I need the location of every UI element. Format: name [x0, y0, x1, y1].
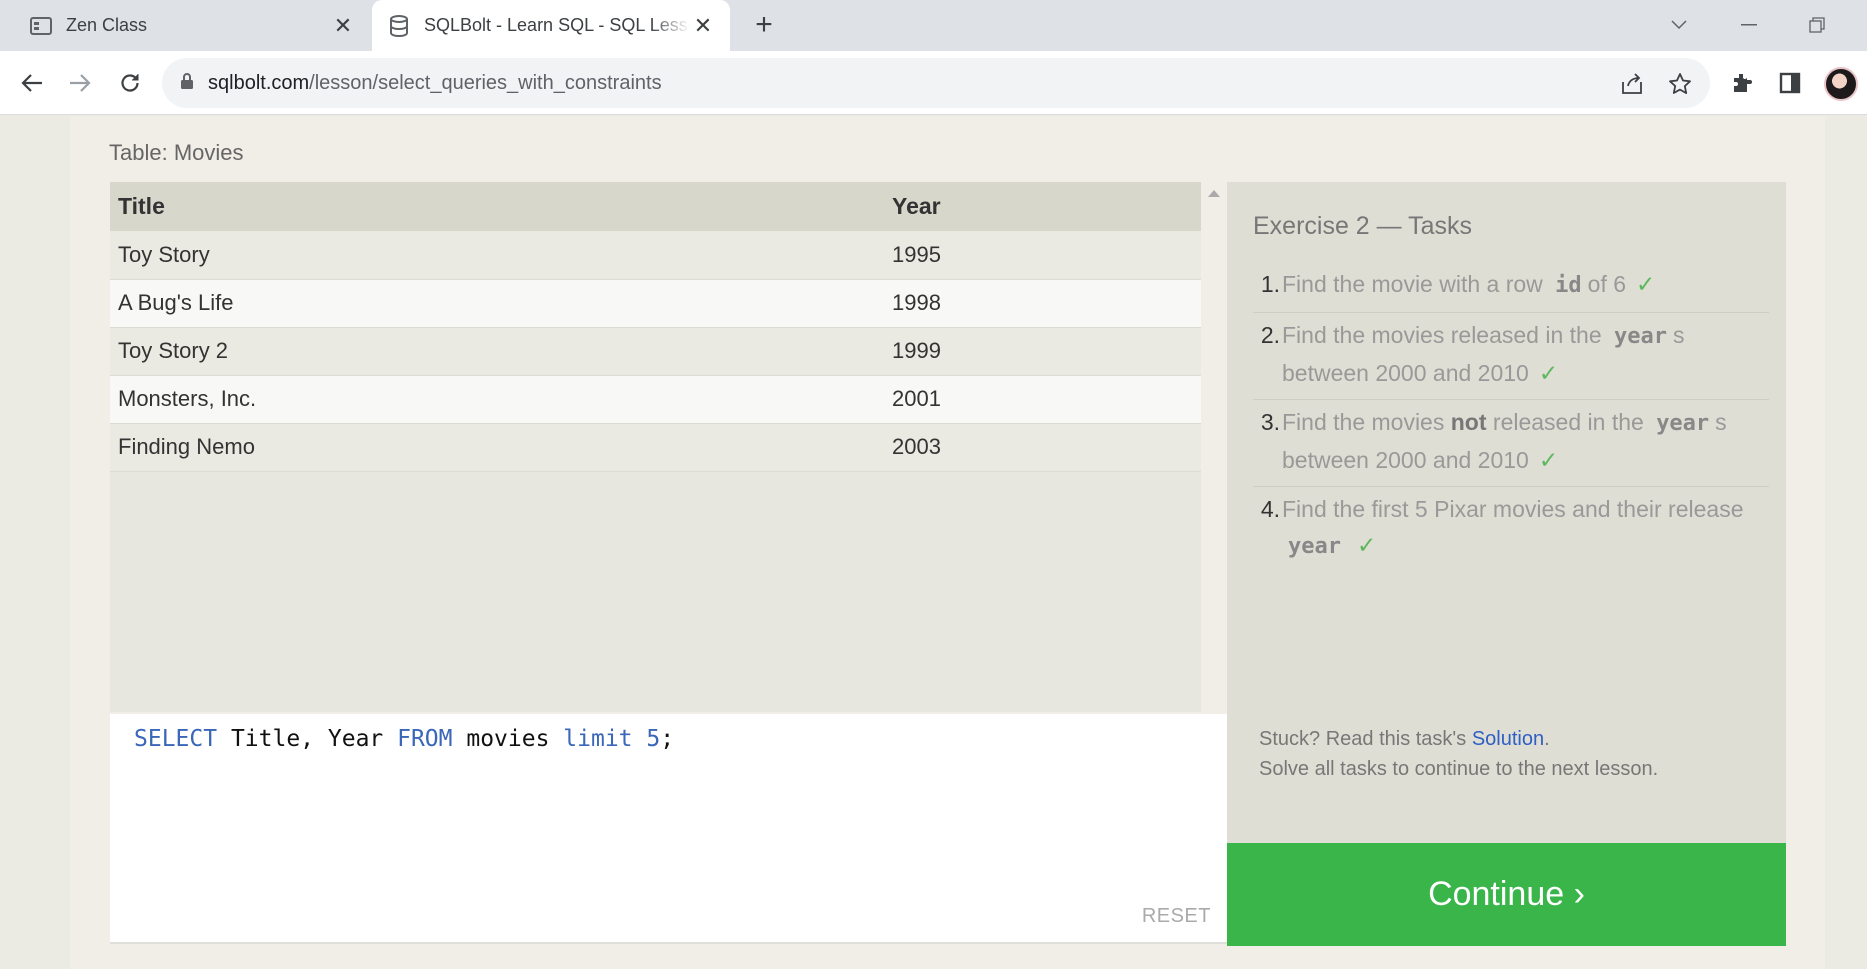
task-number: 4. [1260, 496, 1280, 522]
task-item: 2. Find the movies released in the year s… [1253, 313, 1769, 400]
sql-query-text[interactable]: SELECT Title, Year FROM movies limit 5; [134, 726, 674, 752]
task-text: Find the movies released in the year s be… [1282, 317, 1769, 391]
solve-all-text: Solve all tasks to continue to the next … [1259, 758, 1659, 780]
sql-editor[interactable]: SELECT Title, Year FROM movies limit 5; … [110, 714, 1227, 944]
task-text: Find the movie with a row id of 6 ✓ [1282, 266, 1769, 304]
reset-button[interactable]: RESET [1142, 905, 1211, 928]
url-path: /lesson/select_queries_with_constraints [309, 71, 662, 94]
task-text-part: of 6 [1587, 271, 1627, 297]
sql-token: Title, Year [217, 726, 398, 752]
url-text: sqlbolt.com/lesson/select_queries_with_c… [208, 72, 662, 95]
cell-year: 2003 [884, 423, 1201, 472]
solution-link[interactable]: Solution [1472, 728, 1544, 750]
exercise-title: Exercise 2 — Tasks [1253, 212, 1473, 240]
cell-year: 1998 [884, 279, 1201, 328]
help-text: Stuck? Read this task's Solution. Solve … [1259, 724, 1658, 784]
task-item: 4. Find the first 5 Pixar movies and the… [1253, 487, 1769, 573]
new-tab-button[interactable]: + [748, 8, 780, 42]
tab-zen-class[interactable]: Zen Class ✕ [14, 0, 370, 51]
table-row: Toy Story 1995 [110, 231, 1201, 280]
sql-token: 5 [646, 726, 661, 752]
scroll-up-arrow-icon[interactable] [1208, 190, 1220, 197]
side-panel-icon[interactable] [1776, 69, 1804, 97]
table-row: A Bug's Life 1998 [110, 279, 1201, 328]
task-item: 3. Find the movies not released in the y… [1253, 400, 1769, 487]
close-icon[interactable]: ✕ [330, 13, 356, 39]
cell-title: Finding Nemo [110, 423, 884, 472]
continue-button[interactable]: Continue › [1227, 843, 1786, 946]
cell-year: 2001 [884, 375, 1201, 424]
task-text: Find the movies not released in the year… [1282, 404, 1769, 478]
database-icon [388, 14, 410, 37]
sql-token: ; [660, 726, 675, 752]
profile-avatar[interactable] [1824, 67, 1858, 101]
task-item: 1. Find the movie with a row id of 6 ✓ [1253, 262, 1769, 313]
task-code: year [1288, 534, 1341, 559]
task-number: 1. [1260, 271, 1280, 297]
sql-token: SELECT [134, 726, 218, 752]
cell-title: A Bug's Life [110, 279, 884, 328]
bookmark-star-icon[interactable] [1666, 70, 1694, 98]
task-text-part: Find the movies released in the [1282, 322, 1602, 348]
sql-token: movies [452, 726, 564, 752]
task-code: id [1555, 273, 1582, 298]
zen-class-icon [30, 15, 52, 37]
sql-token: limit [563, 726, 633, 752]
stuck-suffix: . [1544, 728, 1550, 750]
check-icon: ✓ [1636, 271, 1656, 297]
task-code: year [1614, 324, 1667, 349]
task-code: year [1656, 411, 1710, 436]
tab-title: Zen Class [66, 15, 148, 35]
task-text-part: Find the first 5 Pixar movies and their … [1282, 496, 1744, 522]
back-icon[interactable] [14, 65, 50, 101]
stuck-line: Stuck? Read this task's Solution. [1259, 724, 1658, 754]
task-number: 3. [1260, 409, 1280, 435]
share-icon[interactable] [1618, 70, 1646, 98]
stuck-prefix: Stuck? Read this task's [1259, 728, 1472, 750]
check-icon: ✓ [1356, 532, 1377, 558]
cell-year: 1999 [884, 327, 1201, 376]
minimize-icon[interactable] [1734, 10, 1764, 40]
extensions-icon[interactable] [1728, 69, 1756, 97]
cell-year: 1995 [884, 231, 1201, 280]
restore-icon[interactable] [1802, 10, 1832, 40]
cell-title: Monsters, Inc. [110, 375, 884, 424]
table-row: Finding Nemo 2003 [110, 423, 1201, 472]
table-label: Table: Movies [109, 140, 244, 165]
close-icon[interactable]: ✕ [690, 13, 716, 39]
tasks-panel: Exercise 2 — Tasks 1. Find the movie wit… [1227, 182, 1786, 843]
task-text-part: Find the movies [1282, 409, 1445, 435]
reload-icon[interactable] [112, 65, 148, 101]
results-table-container: Title Year Toy Story 1995 A Bug's Life 1… [110, 182, 1201, 712]
column-header-title: Title [110, 182, 884, 231]
task-emphasis: not [1450, 409, 1487, 435]
task-text-part: Find the movie with a row [1282, 271, 1543, 297]
table-row: Monsters, Inc. 2001 [110, 375, 1201, 424]
task-text-part: released in the [1492, 409, 1644, 435]
check-icon: ✓ [1538, 360, 1559, 386]
tab-search-icon[interactable] [1664, 10, 1694, 40]
url-host: sqlbolt.com [208, 71, 310, 94]
table-row: Toy Story 2 1999 [110, 327, 1201, 376]
task-number: 2. [1260, 322, 1280, 348]
cell-title: Toy Story 2 [110, 327, 884, 376]
table-header-row: Title Year [110, 182, 1201, 231]
task-list: 1. Find the movie with a row id of 6 ✓ 2. … [1253, 262, 1769, 573]
forward-icon[interactable] [62, 65, 98, 101]
browser-toolbar: sqlbolt.com/lesson/select_queries_with_c… [0, 51, 1867, 115]
check-icon: ✓ [1538, 447, 1559, 473]
page-content: Table: Movies Title Year Toy Story 1995 … [0, 116, 1867, 969]
address-bar[interactable]: sqlbolt.com/lesson/select_queries_with_c… [162, 58, 1710, 108]
sql-token: FROM [397, 726, 453, 752]
results-table: Title Year Toy Story 1995 A Bug's Life 1… [110, 182, 1201, 472]
cell-title: Toy Story [110, 231, 884, 280]
lock-icon[interactable] [180, 72, 194, 95]
column-header-year: Year [884, 182, 1201, 231]
tab-title: SQLBolt - Learn SQL - SQL Lesson 2: Quer… [424, 15, 690, 35]
tab-sqlbolt[interactable]: SQLBolt - Learn SQL - SQL Lesson 2: Quer… [372, 0, 730, 51]
task-text: Find the first 5 Pixar movies and their … [1282, 491, 1769, 565]
tab-strip: Zen Class ✕ SQLBolt - Learn SQL - SQL Le… [0, 0, 1867, 51]
